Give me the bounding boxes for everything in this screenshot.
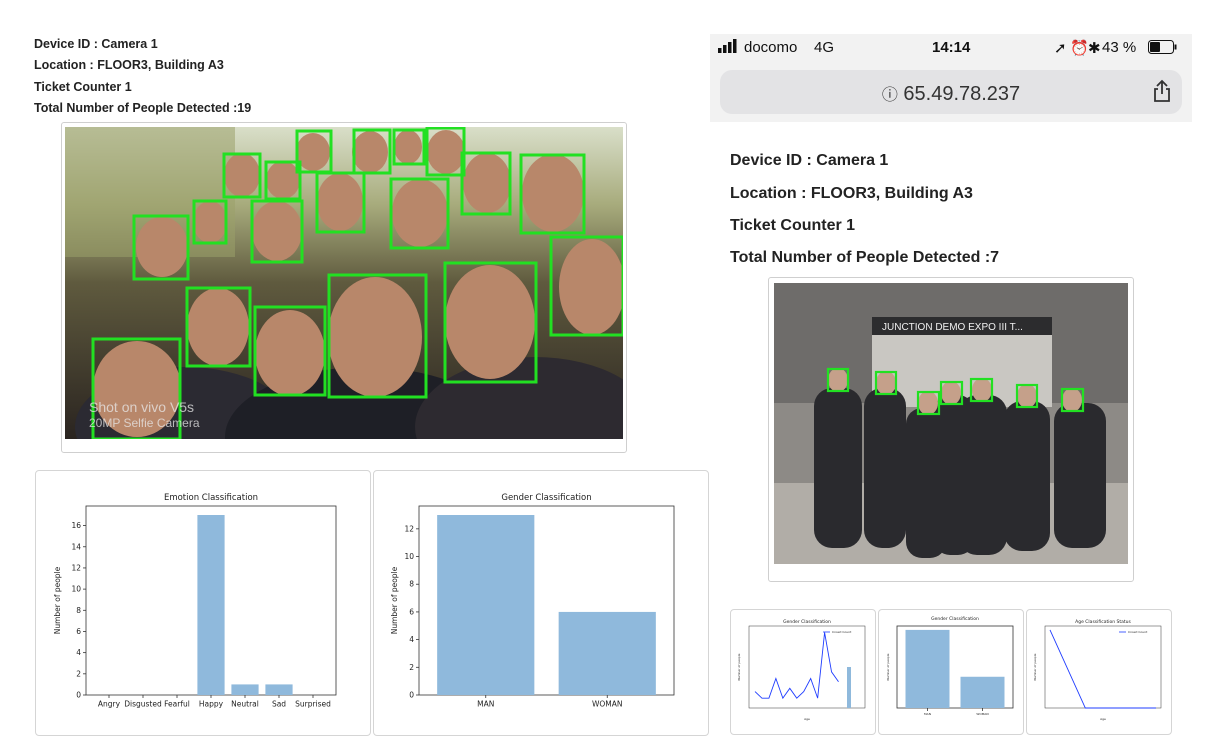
battery-icon [1148,40,1178,58]
location-arrow-icon: ➚ [1054,40,1067,57]
group-selfie-image: Shot on vivo V5s 20MP Selfie Camera [65,127,623,439]
x-axis-label: Age [1100,717,1106,721]
x-tick-label: Disgusted [124,700,162,709]
bar [905,629,950,708]
y-tick-label: 4 [76,648,81,657]
x-tick-label: Happy [199,700,224,709]
share-icon[interactable] [1152,79,1172,108]
team-group-image: JUNCTION DEMO EXPO III T... [774,283,1128,564]
y-tick-label: 8 [409,580,414,589]
y-tick-label: 2 [76,669,81,678]
small-gender-chart-card: Gender Classification Number of people MAN… [878,609,1024,735]
network-label: 4G [814,39,835,56]
y-tick-label: 0 [409,691,414,700]
chart-title: Gender Classification [501,493,591,503]
y-axis-label: Number of people [53,566,62,634]
y-tick-label: 6 [409,607,414,616]
y-tick-label: 6 [76,627,81,636]
bar [265,684,293,695]
bar [231,684,259,695]
age-status-chart-card: Age Classification Status Number of peopl… [1026,609,1172,735]
people-detected-label-right: Total Number of People Detected :7 [730,249,1000,266]
y-tick-label: 16 [71,521,81,530]
y-tick-label: 12 [71,563,81,572]
age-line-chart-card: Gender Classification Number of people Age… [730,609,876,735]
bar [960,676,1005,708]
x-tick-label: Angry [98,700,121,709]
signal-icon [718,39,742,57]
gender-classification-chart: Gender Classification Number of people 0 2 4… [390,493,675,709]
x-tick-label: MAN [924,712,931,716]
y-tick-label: 4 [409,635,414,644]
y-tick-label: 2 [409,663,414,672]
legend-label: Crowd Count [832,630,852,634]
y-tick-label: 8 [76,606,81,615]
crowd-count-line [754,632,839,700]
x-tick-label: Neutral [231,700,259,709]
age-classification-status-chart: Age Classification Status Number of peopl… [1033,619,1162,721]
chart-title: Emotion Classification [164,493,258,503]
counter-label-right: Ticket Counter 1 [730,217,856,234]
crowd-count-line [1049,629,1156,709]
team-photo: JUNCTION DEMO EXPO III T... [774,283,1128,564]
location-label-right: Location : FLOOR3, Building A3 [730,185,973,202]
bar [437,515,535,695]
group-selfie-photo: Shot on vivo V5s 20MP Selfie Camera [65,127,623,439]
url-text: 65.49.78.237 [903,83,1021,105]
x-tick-label: Sad [272,700,286,709]
chart-title: Gender Classification [931,616,979,622]
device-id-label-right: Device ID : Camera 1 [730,152,889,169]
x-tick-label: Fearful [164,700,190,709]
info-icon[interactable]: ⓘ [882,87,898,104]
chart-title: Gender Classification [783,619,831,625]
carrier-label: docomo [744,39,798,56]
small-gender-classification-chart: Gender Classification Number of people MAN… [886,616,1014,716]
y-axis-label: Number of people [1033,653,1037,680]
plot-frame [1044,625,1162,709]
mobile-browser-header: docomo 4G 14:14 ➚ ⏰ ✱ 43 % ⓘ 65.49.78.23… [710,34,1192,122]
chart-title: Age Classification Status [1075,619,1131,625]
location-label: Location : FLOOR3, Building A3 [34,58,224,72]
battery-label: 43 % [1102,39,1137,56]
x-tick-label: WOMAN [592,700,623,709]
x-tick-label: Surprised [295,700,331,709]
device-id-label: Device ID : Camera 1 [34,37,158,51]
x-tick-label: MAN [477,700,494,709]
clock-label: 14:14 [932,39,971,56]
y-tick-label: 12 [404,524,414,533]
legend-label: Crowd Count [1128,630,1148,634]
y-tick-label: 10 [71,585,81,594]
expo-screen-text: JUNCTION DEMO EXPO III T... [882,322,1023,333]
crowd-count-line-chart: Gender Classification Number of people Age… [737,619,866,721]
gender-chart-card: Gender Classification Number of people 0 2 4… [373,470,709,736]
y-axis-label: Number of people [737,653,741,680]
x-tick-label: WOMAN [976,712,988,716]
bluetooth-icon: ✱ [1088,40,1101,57]
photo-watermark-sub: 20MP Selfie Camera [89,416,200,430]
emotion-chart-card: Emotion Classification Number of people 0 2… [35,470,371,736]
bar [197,515,225,695]
x-axis-label: Age [804,717,810,721]
people-detected-label: Total Number of People Detected :19 [34,101,252,115]
photo-watermark: Shot on vivo V5s [89,399,194,415]
alarm-icon: ⏰ [1070,40,1089,57]
y-tick-label: 10 [404,552,414,561]
counter-label: Ticket Counter 1 [34,80,132,94]
y-tick-label: 14 [71,542,81,551]
bar [558,611,656,695]
address-bar[interactable]: ⓘ 65.49.78.237 [720,70,1182,114]
emotion-classification-chart: Emotion Classification Number of people 0 2… [53,493,337,709]
bar [847,667,851,708]
y-axis-label: Number of people [390,566,399,634]
y-axis-label: Number of people [886,653,890,680]
y-tick-label: 0 [76,691,81,700]
